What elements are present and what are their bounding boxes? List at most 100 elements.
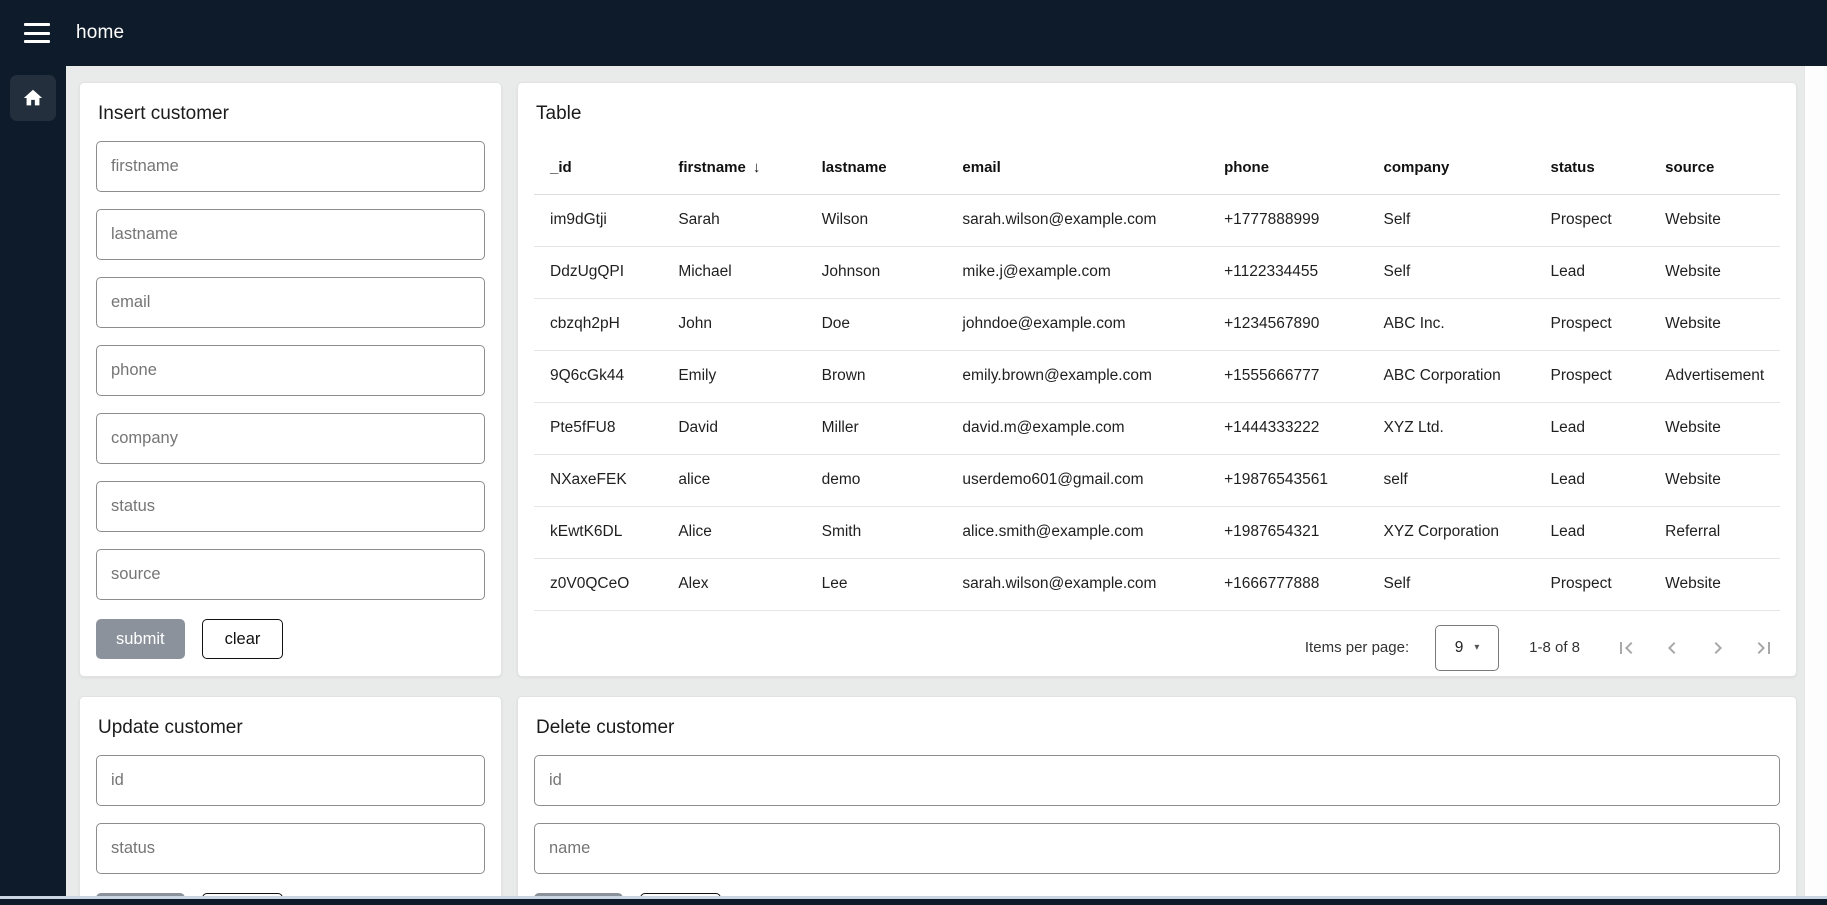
cell-firstname: Sarah	[662, 194, 805, 246]
first-page-icon	[1614, 636, 1638, 660]
cell-source: Advertisement	[1649, 350, 1780, 402]
delete-name-input[interactable]	[534, 823, 1780, 874]
cell-status: Prospect	[1535, 194, 1650, 246]
cell-phone: +19876543561	[1208, 454, 1367, 506]
items-per-page-value: 9	[1455, 639, 1464, 657]
cell-status: Lead	[1535, 454, 1650, 506]
insert-company-input[interactable]	[96, 413, 485, 464]
cell-firstname: David	[662, 402, 805, 454]
cell-company: Self	[1368, 194, 1535, 246]
cell-id: kEwtK6DL	[534, 506, 662, 558]
first-page-button[interactable]	[1614, 636, 1638, 660]
cell-status: Prospect	[1535, 298, 1650, 350]
column-header-phone[interactable]: phone	[1208, 141, 1367, 194]
insert-lastname-input[interactable]	[96, 209, 485, 260]
cell-company: Self	[1368, 246, 1535, 298]
cell-id: NXaxeFEK	[534, 454, 662, 506]
menu-icon[interactable]	[24, 23, 50, 43]
insert-customer-card: Insert customer submit clear	[79, 82, 502, 677]
column-header-firstname[interactable]: firstname↓	[662, 141, 805, 194]
cell-source: Referral	[1649, 506, 1780, 558]
cell-phone: +1777888999	[1208, 194, 1367, 246]
cell-company: ABC Inc.	[1368, 298, 1535, 350]
table-row: z0V0QCeOAlexLeesarah.wilson@example.com+…	[534, 558, 1780, 610]
next-page-button[interactable]	[1706, 636, 1730, 660]
cell-company: ABC Corporation	[1368, 350, 1535, 402]
cell-firstname: Alice	[662, 506, 805, 558]
sort-desc-icon: ↓	[753, 159, 761, 176]
table-row: 9Q6cGk44EmilyBrownemily.brown@example.co…	[534, 350, 1780, 402]
cell-email: sarah.wilson@example.com	[946, 558, 1208, 610]
cell-status: Prospect	[1535, 558, 1650, 610]
insert-clear-button[interactable]: clear	[202, 619, 284, 659]
column-header-id[interactable]: _id	[534, 141, 662, 194]
table-row: im9dGtjiSarahWilsonsarah.wilson@example.…	[534, 194, 1780, 246]
cell-lastname: demo	[806, 454, 947, 506]
cell-firstname: Alex	[662, 558, 805, 610]
items-per-page-label: Items per page:	[1305, 639, 1409, 656]
cell-source: Website	[1649, 298, 1780, 350]
update-customer-title: Update customer	[98, 717, 485, 739]
insert-status-input[interactable]	[96, 481, 485, 532]
delete-customer-title: Delete customer	[536, 717, 1780, 739]
sidebar-item-home[interactable]	[10, 75, 56, 121]
chevron-down-icon: ▾	[1474, 642, 1479, 653]
items-per-page-select[interactable]: 9 ▾	[1435, 625, 1499, 671]
update-status-input[interactable]	[96, 823, 485, 874]
delete-customer-card: Delete customer submit clear	[517, 696, 1797, 905]
cell-source: Website	[1649, 246, 1780, 298]
customers-table: _id firstname↓ lastname email phone comp…	[534, 141, 1780, 611]
cell-lastname: Doe	[806, 298, 947, 350]
cell-id: Pte5fFU8	[534, 402, 662, 454]
last-page-icon	[1752, 636, 1776, 660]
last-page-button[interactable]	[1752, 636, 1776, 660]
cell-phone: +1122334455	[1208, 246, 1367, 298]
cell-id: 9Q6cGk44	[534, 350, 662, 402]
insert-firstname-input[interactable]	[96, 141, 485, 192]
table-row: kEwtK6DLAliceSmithalice.smith@example.co…	[534, 506, 1780, 558]
column-header-email[interactable]: email	[946, 141, 1208, 194]
cell-id: DdzUgQPI	[534, 246, 662, 298]
insert-source-input[interactable]	[96, 549, 485, 600]
home-icon	[22, 87, 44, 109]
insert-email-input[interactable]	[96, 277, 485, 328]
sidebar	[0, 66, 66, 905]
column-header-status[interactable]: status	[1535, 141, 1650, 194]
insert-submit-button[interactable]: submit	[96, 619, 185, 659]
column-header-source[interactable]: source	[1649, 141, 1780, 194]
topbar: home	[0, 0, 1827, 66]
table-header-row: _id firstname↓ lastname email phone comp…	[534, 141, 1780, 194]
cell-email: sarah.wilson@example.com	[946, 194, 1208, 246]
table-paginator: Items per page: 9 ▾ 1-8 of 8	[534, 611, 1780, 673]
cell-id: cbzqh2pH	[534, 298, 662, 350]
cell-phone: +1555666777	[1208, 350, 1367, 402]
table-row: NXaxeFEKalicedemouserdemo601@gmail.com+1…	[534, 454, 1780, 506]
cell-email: alice.smith@example.com	[946, 506, 1208, 558]
cell-status: Lead	[1535, 506, 1650, 558]
cell-company: XYZ Ltd.	[1368, 402, 1535, 454]
cell-email: johndoe@example.com	[946, 298, 1208, 350]
previous-page-button[interactable]	[1660, 636, 1684, 660]
cell-email: userdemo601@gmail.com	[946, 454, 1208, 506]
column-header-lastname[interactable]: lastname	[806, 141, 947, 194]
cell-company: self	[1368, 454, 1535, 506]
cell-firstname: Michael	[662, 246, 805, 298]
cell-email: emily.brown@example.com	[946, 350, 1208, 402]
vertical-scrollbar[interactable]	[1804, 66, 1827, 905]
cell-lastname: Lee	[806, 558, 947, 610]
insert-phone-input[interactable]	[96, 345, 485, 396]
delete-id-input[interactable]	[534, 755, 1780, 806]
chevron-right-icon	[1706, 636, 1730, 660]
cell-source: Website	[1649, 194, 1780, 246]
cell-lastname: Johnson	[806, 246, 947, 298]
cell-lastname: Smith	[806, 506, 947, 558]
cell-status: Lead	[1535, 402, 1650, 454]
column-header-company[interactable]: company	[1368, 141, 1535, 194]
cell-phone: +1234567890	[1208, 298, 1367, 350]
cell-email: david.m@example.com	[946, 402, 1208, 454]
table-title: Table	[536, 103, 1780, 125]
window-bottom-edge	[0, 896, 1827, 905]
cell-firstname: alice	[662, 454, 805, 506]
cell-lastname: Wilson	[806, 194, 947, 246]
update-id-input[interactable]	[96, 755, 485, 806]
